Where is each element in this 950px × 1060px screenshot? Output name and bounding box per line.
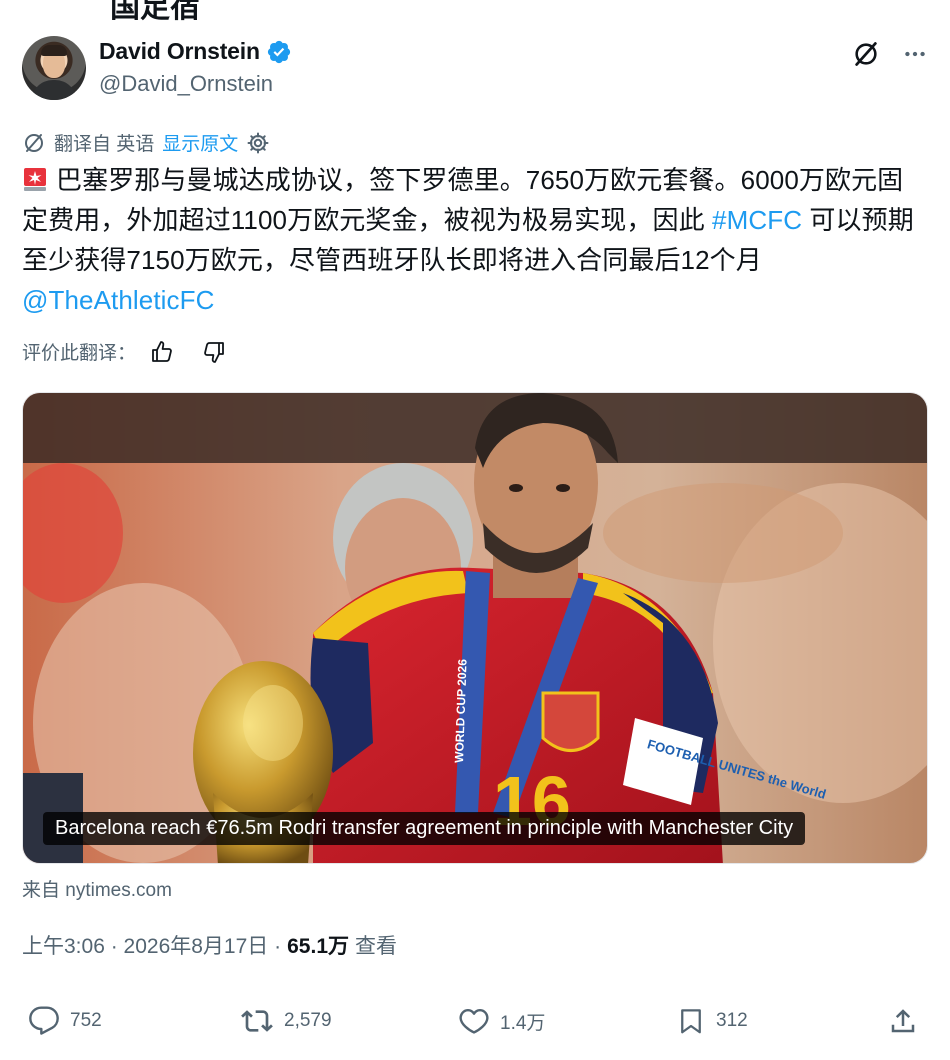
repost-button[interactable]: 2,579 <box>240 1005 332 1037</box>
verified-badge-icon <box>267 40 290 63</box>
like-button[interactable]: 1.4万 <box>458 1005 545 1037</box>
repost-icon <box>241 1010 273 1032</box>
reply-button[interactable]: 752 <box>28 1005 102 1037</box>
author-name[interactable]: David Ornstein <box>99 38 260 65</box>
bookmark-icon <box>681 1009 701 1034</box>
link-card-caption[interactable]: Barcelona reach €76.5m Rodri transfer ag… <box>43 812 806 845</box>
translated-from-label: 翻译自 英语 <box>54 134 155 155</box>
share-button[interactable] <box>888 1005 918 1037</box>
thumbs-down-icon[interactable] <box>202 340 226 364</box>
link-card[interactable]: FOOTBALL UNITES the World WORLD CUP 2026… <box>22 392 928 864</box>
action-bar: 752 2,579 1.4万 312 <box>28 1005 923 1045</box>
rotating-light-icon <box>24 168 46 191</box>
post-meta: 上午3:06 · 2026年8月17日 · 65.1万 查看 <box>22 930 397 960</box>
author-handle[interactable]: @David_Ornstein <box>99 71 273 97</box>
share-icon <box>891 1009 915 1033</box>
show-original-link[interactable]: 显示原文 <box>162 129 238 156</box>
like-count: 1.4万 <box>500 1012 546 1034</box>
translate-icon <box>25 133 43 152</box>
author-name-row[interactable]: David Ornstein <box>99 38 292 65</box>
post-header: David Ornstein @David_Ornstein <box>22 36 928 102</box>
bookmark-count: 312 <box>716 1010 748 1031</box>
bookmark-button[interactable]: 312 <box>676 1005 748 1037</box>
view-count: 65.1万 <box>287 935 349 958</box>
author-avatar[interactable] <box>22 36 86 100</box>
repost-count: 2,579 <box>284 1010 332 1031</box>
heart-icon <box>459 1008 489 1034</box>
translation-bar: 翻译自 英语 显示原文 <box>22 129 270 156</box>
more-icon[interactable] <box>902 41 928 67</box>
thumbs-up-icon[interactable] <box>150 340 174 364</box>
link-source[interactable]: 来自 nytimes.com <box>22 875 172 902</box>
reply-icon <box>29 1006 59 1035</box>
rate-translation-row: 评价此翻译： <box>22 338 226 365</box>
grok-icon[interactable] <box>852 40 880 68</box>
view-count-label: 查看 <box>355 935 397 958</box>
rate-translation-label: 评价此翻译： <box>22 343 137 364</box>
article-photo: FOOTBALL UNITES the World WORLD CUP 2026… <box>23 393 927 863</box>
settings-gear-icon[interactable] <box>246 131 270 155</box>
hashtag-link[interactable]: #MCFC <box>712 205 802 235</box>
reply-count: 752 <box>70 1010 102 1031</box>
post-text: 巴塞罗那与曼城达成协议，签下罗德里。7650万欧元套餐。6000万欧元固定费用，… <box>22 160 922 320</box>
mention-link[interactable]: @TheAthleticFC <box>22 285 215 315</box>
truncated-previous-content: 国足宿 <box>110 0 200 24</box>
post-timestamp[interactable]: 上午3:06 · 2026年8月17日 · <box>22 930 281 960</box>
